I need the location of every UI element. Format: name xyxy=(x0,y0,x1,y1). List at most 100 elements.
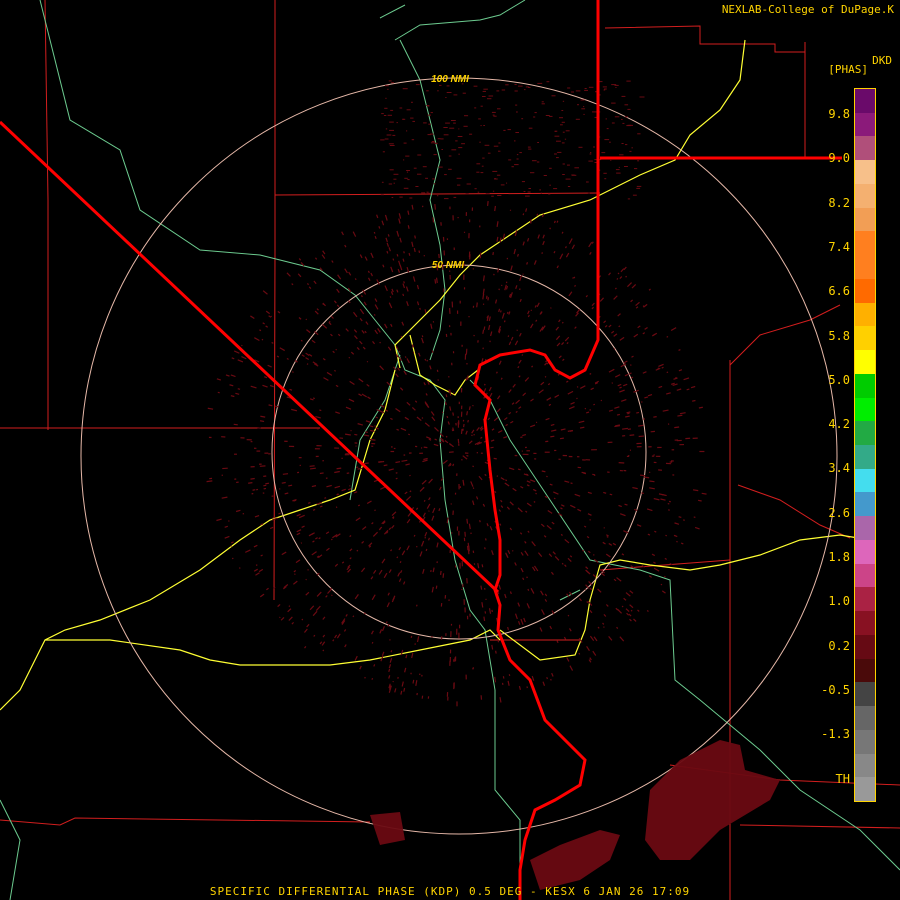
radar-map[interactable]: 100 NMI 50 NMI xyxy=(0,0,900,900)
echo-speck xyxy=(490,446,494,449)
echo-speck xyxy=(357,504,361,507)
echo-speck xyxy=(516,158,519,160)
echo-speck xyxy=(592,554,595,556)
echo-speck xyxy=(466,518,469,524)
echo-speck xyxy=(567,557,572,562)
echo-speck xyxy=(292,580,298,585)
echo-speck xyxy=(496,371,498,374)
echo-speck xyxy=(453,94,458,96)
echo-speck xyxy=(296,532,301,536)
echo-speck xyxy=(610,159,612,161)
echo-speck xyxy=(457,184,461,186)
echo-speck xyxy=(674,426,680,429)
echo-speck xyxy=(510,265,513,271)
echo-speck xyxy=(592,650,597,656)
echo-speck xyxy=(359,665,362,670)
echo-speck xyxy=(330,315,334,319)
color-swatch xyxy=(855,587,875,612)
echo-speck xyxy=(456,628,458,635)
echo-speck xyxy=(412,276,416,282)
echo-speck xyxy=(291,283,294,286)
echo-speck xyxy=(511,550,514,552)
echo-speck xyxy=(500,377,503,380)
echo-speck xyxy=(618,462,625,464)
echo-speck xyxy=(685,437,691,440)
echo-speck xyxy=(567,87,571,89)
echo-speck xyxy=(361,329,365,334)
echo-speck xyxy=(608,409,613,412)
echo-speck xyxy=(527,146,531,148)
echo-speck xyxy=(263,484,267,487)
echo-speck xyxy=(398,260,401,266)
echo-speck xyxy=(386,134,392,136)
echo-speck xyxy=(379,629,383,634)
echo-speck xyxy=(477,340,479,343)
echo-speck xyxy=(216,518,222,522)
echo-speck xyxy=(509,420,514,424)
echo-speck xyxy=(425,393,428,396)
echo-speck xyxy=(699,450,705,453)
echo-speck xyxy=(403,142,407,144)
echo-speck xyxy=(404,416,410,421)
echo-speck xyxy=(421,337,424,344)
echo-speck xyxy=(254,514,260,518)
echo-speck xyxy=(398,546,402,551)
echo-speck xyxy=(526,480,531,484)
echo-speck xyxy=(350,429,352,432)
echo-speck xyxy=(603,320,607,324)
echo-speck xyxy=(416,692,418,696)
echo-speck xyxy=(567,186,571,187)
echo-speck xyxy=(458,128,460,130)
echo-speck xyxy=(667,423,670,425)
echo-speck xyxy=(230,395,235,398)
echo-speck xyxy=(461,560,463,567)
echo-speck xyxy=(326,371,333,376)
echo-speck xyxy=(396,253,399,257)
echo-speck xyxy=(460,411,463,417)
echo-speck xyxy=(560,533,563,536)
echo-speck xyxy=(339,437,344,439)
echo-speck xyxy=(443,250,445,256)
echo-speck xyxy=(599,297,605,302)
echo-speck xyxy=(433,154,437,156)
echo-speck xyxy=(438,508,441,512)
echo-speck xyxy=(540,590,544,596)
echo-speck xyxy=(269,384,274,388)
echo-speck xyxy=(549,227,551,230)
echo-speck xyxy=(448,376,450,378)
echo-speck xyxy=(541,103,545,105)
echo-speck xyxy=(550,435,555,438)
legend-tick: 0.2 xyxy=(828,638,850,653)
echo-speck xyxy=(355,445,357,447)
echo-speck xyxy=(505,84,509,86)
echo-speck xyxy=(624,373,629,377)
echo-speck xyxy=(472,550,475,554)
echo-speck xyxy=(354,335,358,340)
echo-speck xyxy=(576,386,579,388)
echo-speck xyxy=(459,486,461,488)
echo-speck xyxy=(411,406,416,411)
echo-speck xyxy=(515,410,518,413)
echo-speck xyxy=(639,96,645,98)
echo-speck xyxy=(519,332,522,337)
echo-speck xyxy=(589,251,592,255)
echo-speck xyxy=(365,420,371,423)
echo-speck xyxy=(506,257,509,260)
color-swatch xyxy=(855,611,875,636)
echo-speck xyxy=(514,140,516,142)
echo-speck xyxy=(431,141,435,142)
echo-speck xyxy=(515,104,518,106)
echo-speck xyxy=(658,385,663,389)
echo-speck xyxy=(335,348,337,351)
echo-speck xyxy=(608,543,613,546)
echo-speck xyxy=(454,492,457,495)
echo-speck xyxy=(469,133,473,135)
echo-speck xyxy=(488,386,492,392)
echo-speck xyxy=(417,173,422,175)
echo-speck xyxy=(501,312,505,319)
echo-speck xyxy=(521,450,523,452)
echo-speck xyxy=(467,419,469,423)
echo-speck xyxy=(413,247,416,252)
echo-speck xyxy=(667,509,670,511)
echo-speck xyxy=(262,322,265,325)
